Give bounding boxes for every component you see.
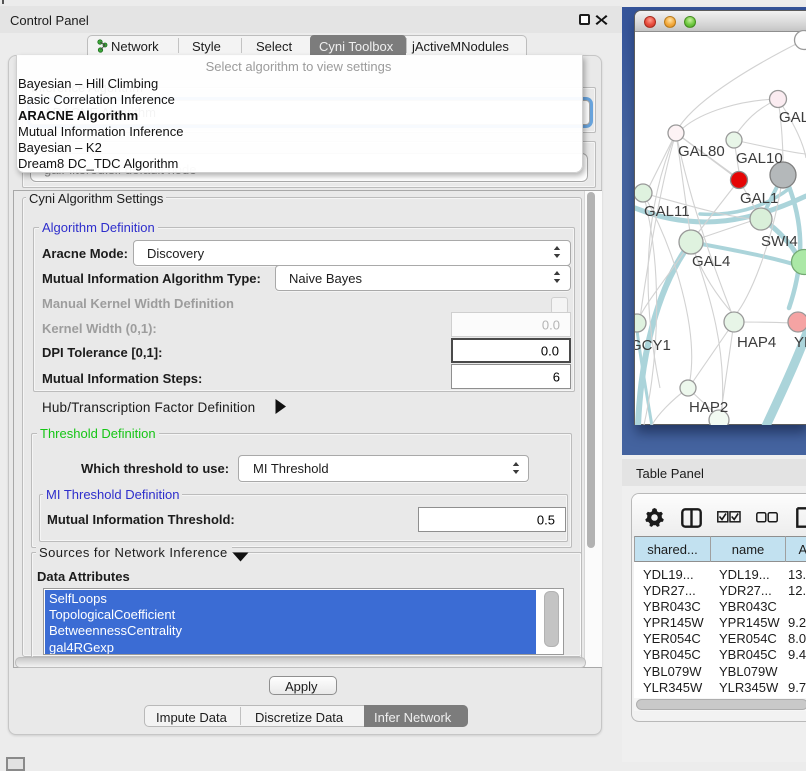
svg-text:SWI4: SWI4 xyxy=(761,233,798,250)
svg-text:GAL4: GAL4 xyxy=(692,253,730,270)
svg-text:GAL11: GAL11 xyxy=(644,203,690,220)
svg-text:HAP2: HAP2 xyxy=(689,399,728,416)
svg-text:GAL10: GAL10 xyxy=(736,150,783,167)
svg-text:GAL1: GAL1 xyxy=(740,190,778,207)
svg-text:HAP4: HAP4 xyxy=(737,334,776,351)
svg-text:GAL80: GAL80 xyxy=(678,143,725,160)
svg-text:GAL2: GAL2 xyxy=(779,109,806,126)
svg-text:GCY1: GCY1 xyxy=(635,337,671,354)
svg-text:YP: YP xyxy=(794,334,806,351)
